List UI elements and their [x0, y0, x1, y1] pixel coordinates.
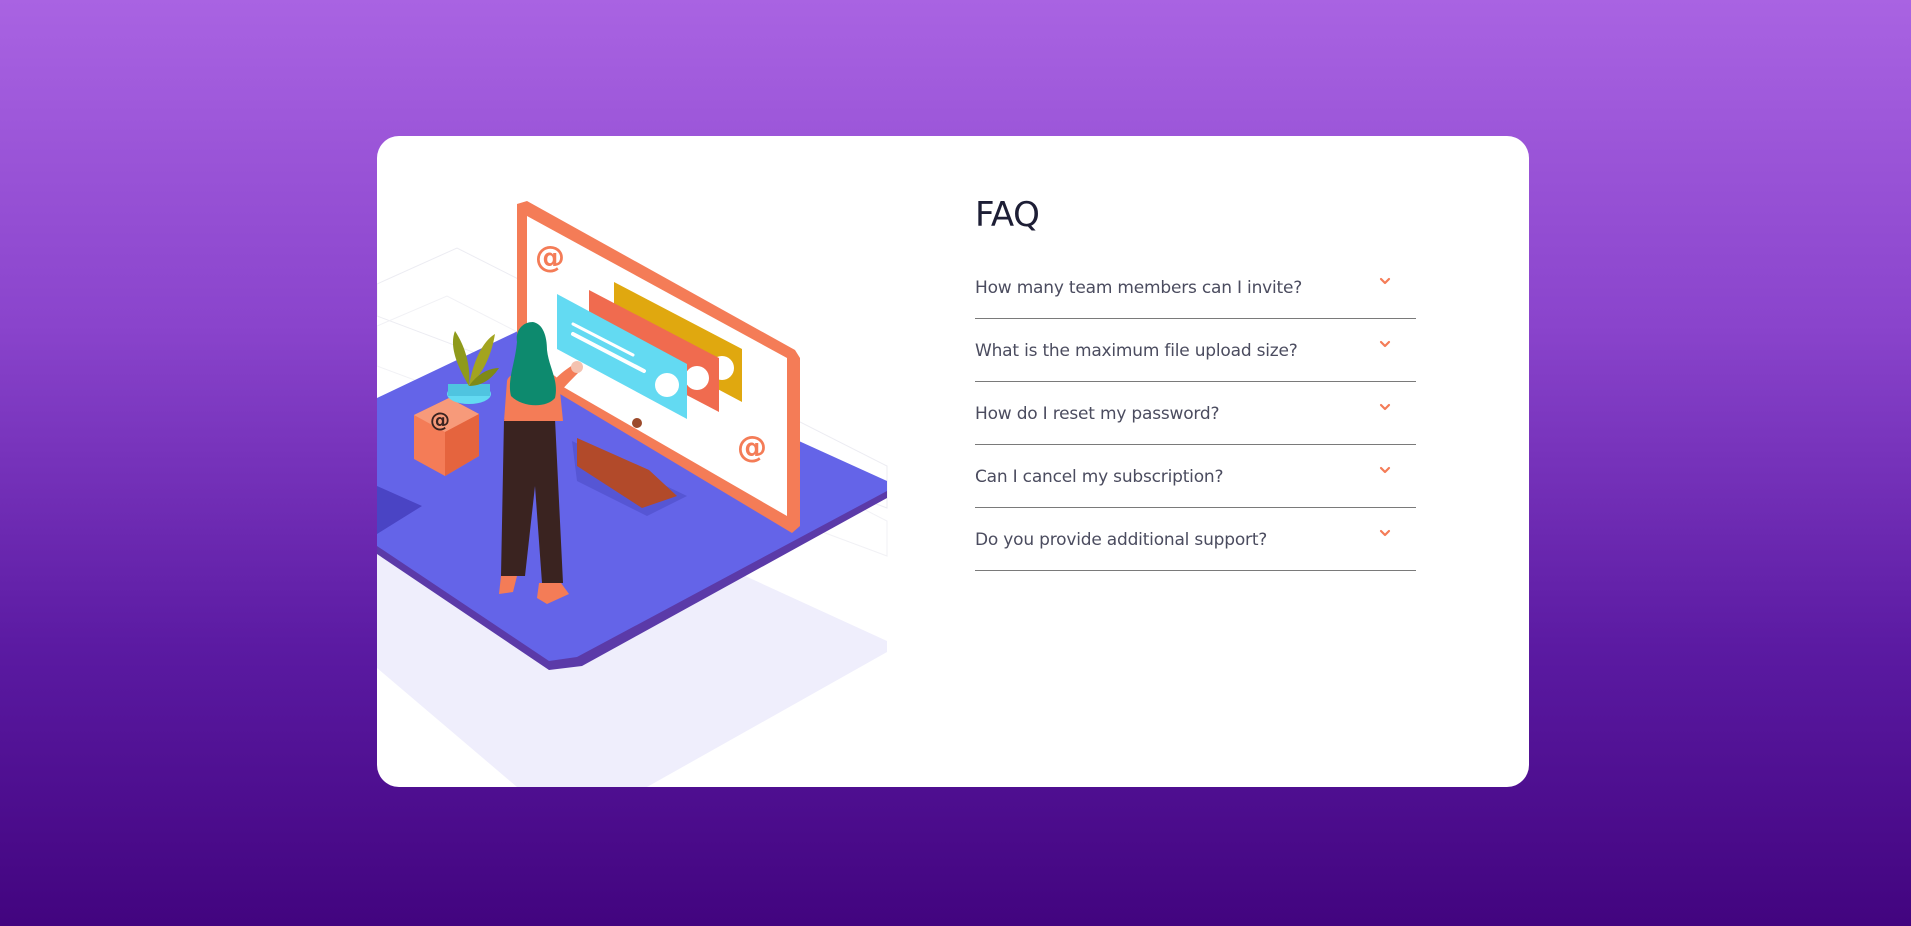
chevron-down-icon[interactable]	[1378, 526, 1392, 540]
faq-item[interactable]: How many team members can I invite?	[975, 256, 1416, 319]
faq-question[interactable]: What is the maximum file upload size?	[975, 341, 1298, 361]
faq-list: How many team members can I invite? What…	[975, 256, 1416, 571]
faq-question[interactable]: Do you provide additional support?	[975, 530, 1267, 550]
chevron-down-icon[interactable]	[1378, 337, 1392, 351]
faq-item[interactable]: Can I cancel my subscription?	[975, 445, 1416, 508]
faq-section: FAQ How many team members can I invite? …	[975, 198, 1416, 571]
faq-question[interactable]: How do I reset my password?	[975, 404, 1220, 424]
svg-text:@: @	[430, 408, 450, 432]
faq-card: @ @ @ FAQ How many team members can I in…	[377, 136, 1529, 787]
chevron-down-icon[interactable]	[1378, 463, 1392, 477]
faq-item[interactable]: Do you provide additional support?	[975, 508, 1416, 571]
svg-text:@: @	[737, 430, 767, 465]
faq-item[interactable]: How do I reset my password?	[975, 382, 1416, 445]
faq-title: FAQ	[975, 195, 1040, 235]
woman-at-monitor-illustration: @ @ @	[377, 201, 888, 787]
faq-item[interactable]: What is the maximum file upload size?	[975, 319, 1416, 382]
faq-question[interactable]: Can I cancel my subscription?	[975, 467, 1223, 487]
svg-text:@: @	[535, 240, 565, 275]
faq-question[interactable]: How many team members can I invite?	[975, 278, 1302, 298]
chevron-down-icon[interactable]	[1378, 400, 1392, 414]
chevron-down-icon[interactable]	[1378, 274, 1392, 288]
